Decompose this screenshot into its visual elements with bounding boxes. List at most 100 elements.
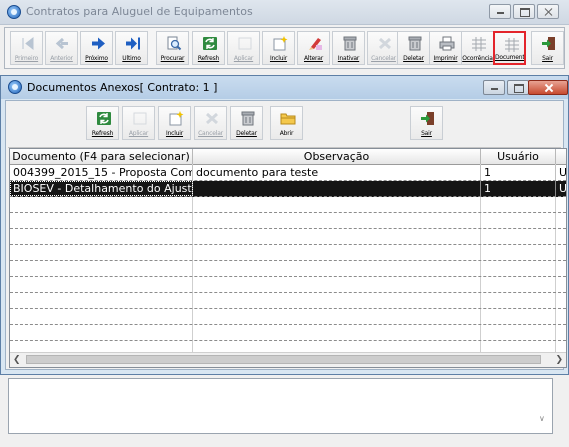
exit-icon [421, 112, 434, 125]
cancel-button[interactable]: Cancelar [194, 106, 227, 140]
column-header-user[interactable]: Usuário [481, 149, 556, 164]
add-button[interactable]: Incluir [262, 31, 295, 65]
cell-extra[interactable]: US [556, 165, 566, 180]
first-button[interactable]: Primeiro [10, 31, 43, 65]
next-button[interactable]: Próximo [80, 31, 113, 65]
apply-button[interactable]: Aplicar [122, 106, 155, 140]
open-button-label: Abrir [279, 130, 294, 137]
search-button[interactable]: Procurar [156, 31, 189, 65]
attached-documents-window: Documentos Anexos[ Contrato: 1 ] Refresh… [0, 75, 569, 375]
cancel-icon [378, 37, 392, 50]
table-row-empty[interactable] [10, 309, 566, 325]
refresh-icon [97, 112, 111, 125]
contracts-window-titlebar[interactable]: Contratos para Aluguel de Equipamentos [0, 0, 569, 25]
open-button[interactable]: Abrir [270, 106, 303, 140]
maximize-icon [508, 81, 528, 94]
documents-toolbar: Refresh Aplicar Incluir Cancelar Deletar… [8, 103, 561, 148]
minimize-button[interactable] [483, 80, 505, 95]
search-icon [167, 36, 182, 51]
table-row-empty[interactable] [10, 325, 566, 341]
next-arrow-icon [92, 37, 105, 50]
attached-documents-titlebar[interactable]: Documentos Anexos[ Contrato: 1 ] [1, 76, 568, 99]
occurrence-button[interactable]: Ocorrência [461, 31, 494, 65]
table-row-selected[interactable]: BIOSEV - Detalhamento do Ajuste 1 US [10, 181, 566, 197]
close-button[interactable] [528, 80, 568, 95]
exit-button-label: Sair [542, 55, 553, 62]
attached-documents-body: Refresh Aplicar Incluir Cancelar Deletar… [5, 100, 567, 370]
table-row-empty[interactable] [10, 277, 566, 293]
last-button[interactable]: Último [115, 31, 148, 65]
scrollbar-thumb[interactable] [26, 355, 541, 364]
previous-arrow-icon [55, 37, 68, 50]
table-row-empty[interactable] [10, 261, 566, 277]
maximize-button[interactable] [513, 4, 535, 19]
exit-button-label: Sair [421, 130, 432, 137]
table-row-empty[interactable] [10, 197, 566, 213]
cell-extra[interactable]: US [556, 181, 566, 196]
documents-grid[interactable]: Documento (F4 para selecionar) Observaçã… [9, 148, 567, 368]
exit-button[interactable]: Sair [531, 31, 564, 65]
table-row-empty[interactable] [10, 229, 566, 245]
textarea-scrollbar[interactable]: ∨ [536, 379, 550, 433]
delete-button[interactable]: Deletar [397, 31, 430, 65]
chevron-left-icon[interactable]: ❮ [13, 353, 21, 367]
cancel-button-label: Cancelar [198, 130, 223, 137]
contracts-window-title: Contratos para Aluguel de Equipamentos [26, 5, 253, 18]
close-button[interactable] [537, 4, 559, 19]
delete-icon [408, 36, 422, 51]
close-icon [529, 81, 567, 94]
refresh-button[interactable]: Refresh [192, 31, 225, 65]
cell-observation[interactable] [193, 181, 481, 196]
table-row-empty[interactable] [10, 213, 566, 229]
cancel-icon [205, 112, 219, 125]
cell-user[interactable]: 1 [481, 181, 556, 196]
column-header-extra[interactable] [556, 149, 566, 164]
document-button[interactable]: Documento [493, 31, 526, 65]
maximize-button[interactable] [507, 80, 529, 95]
observation-textarea[interactable]: ∨ [8, 378, 553, 434]
refresh-button[interactable]: Refresh [86, 106, 119, 140]
delete-button-label: Deletar [236, 130, 257, 137]
horizontal-scrollbar[interactable]: ❮ ❯ [10, 352, 566, 367]
minimize-icon [490, 5, 510, 18]
cell-user[interactable]: 1 [481, 165, 556, 180]
minimize-button[interactable] [489, 4, 511, 19]
deactivate-button[interactable]: Inativar [332, 31, 365, 65]
last-button-label: Último [122, 55, 141, 62]
close-icon [538, 5, 558, 18]
cancel-button[interactable]: Cancelar [367, 31, 400, 65]
edit-button[interactable]: Alterar [297, 31, 330, 65]
add-button-label: Incluir [269, 55, 288, 62]
column-header-document[interactable]: Documento (F4 para selecionar) [10, 149, 193, 164]
apply-icon [133, 112, 147, 125]
app-icon [7, 5, 21, 19]
apply-icon [238, 37, 252, 50]
document-button-label: Documento [495, 54, 524, 61]
column-header-observation[interactable]: Observação [193, 149, 481, 164]
first-arrow-icon [22, 36, 34, 51]
refresh-button-label: Refresh [91, 130, 114, 137]
delete-icon [241, 111, 255, 126]
delete-button[interactable]: Deletar [230, 106, 263, 140]
attached-documents-title: Documentos Anexos[ Contrato: 1 ] [27, 81, 218, 94]
add-button[interactable]: Incluir [158, 106, 191, 140]
print-button[interactable]: Imprimir [429, 31, 462, 65]
grid-icon [472, 37, 486, 51]
first-button-label: Primeiro [14, 55, 39, 62]
deactivate-button-label: Inativar [337, 55, 360, 62]
previous-button[interactable]: Anterior [45, 31, 78, 65]
delete-button-label: Deletar [403, 55, 424, 62]
table-row[interactable]: 004399_2015_15 - Proposta Comer document… [10, 165, 566, 181]
table-row-empty[interactable] [10, 245, 566, 261]
cell-document[interactable]: BIOSEV - Detalhamento do Ajuste [10, 181, 193, 196]
refresh-icon [203, 37, 217, 50]
cell-document[interactable]: 004399_2015_15 - Proposta Comer [10, 165, 193, 180]
exit-button[interactable]: Sair [410, 106, 443, 140]
edit-button-label: Alterar [303, 55, 324, 62]
chevron-right-icon[interactable]: ❯ [555, 353, 563, 367]
add-button-label: Incluir [165, 130, 184, 137]
table-row-empty[interactable] [10, 293, 566, 309]
last-arrow-icon [126, 37, 140, 50]
apply-button[interactable]: Aplicar [227, 31, 260, 65]
cell-observation[interactable]: documento para teste [193, 165, 481, 180]
